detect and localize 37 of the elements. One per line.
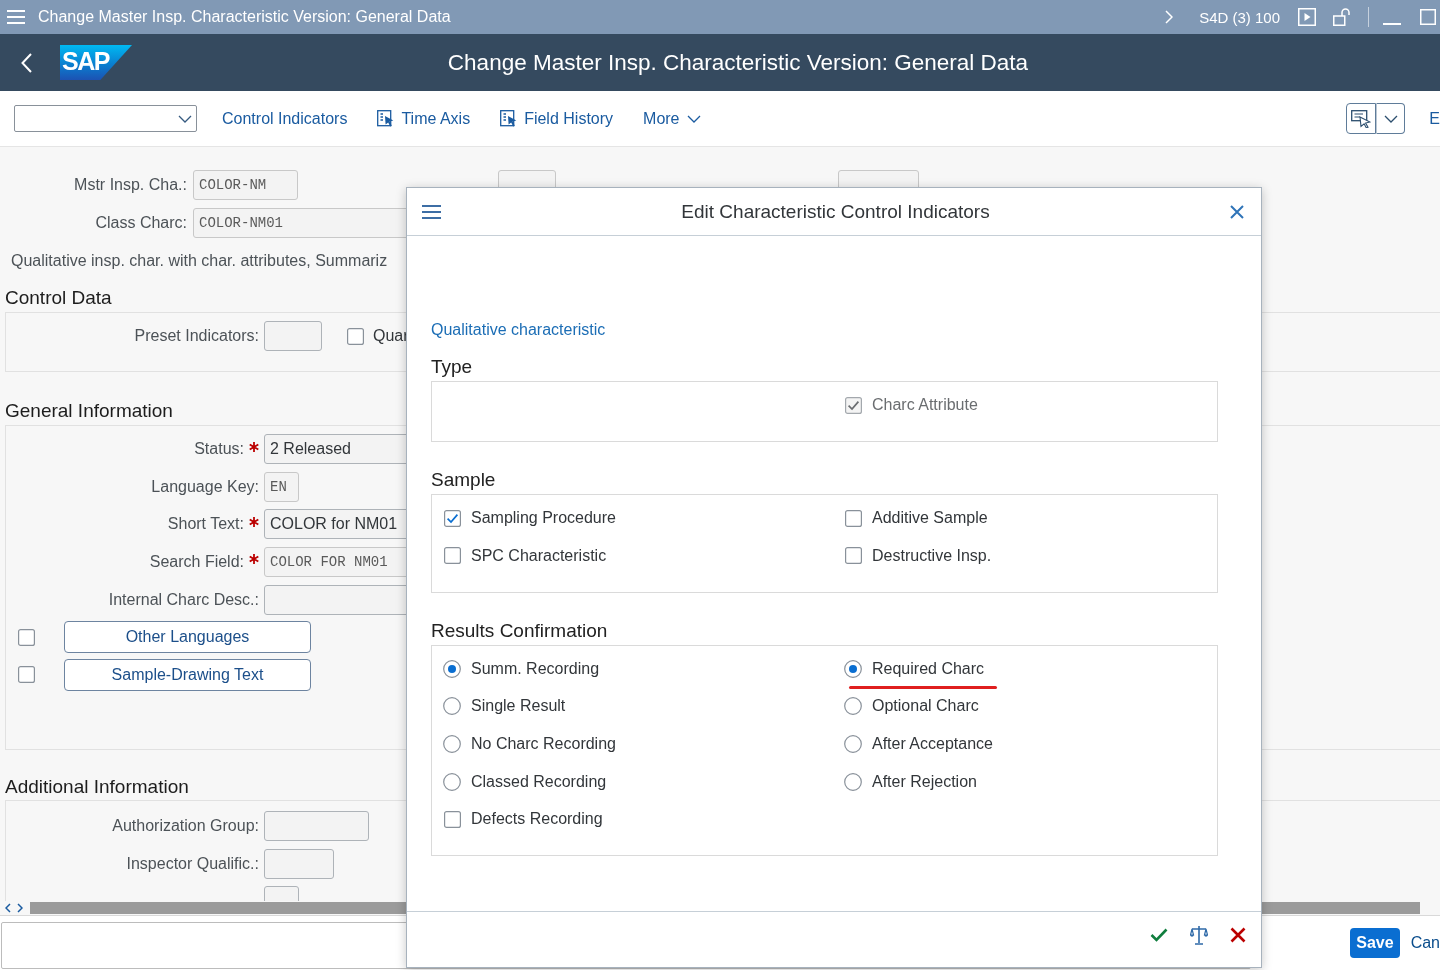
- page-title: Change Master Insp. Characteristic Version: General Data: [447, 49, 1029, 76]
- radio-label: Single Result: [471, 697, 566, 716]
- radio-label: Optional Charc: [872, 697, 979, 716]
- checkbox-label: SPC Characteristic: [471, 546, 607, 565]
- checkbox-label: Quar: [373, 327, 409, 345]
- field-label: Internal Charc Desc.:: [108, 590, 259, 609]
- field-label: Inspector Qualific.:: [126, 854, 259, 873]
- checkbox-label: Defects Recording: [471, 810, 603, 829]
- radio-label: Summ. Recording: [471, 659, 600, 678]
- checkbox-label: Destructive Insp.: [872, 546, 992, 565]
- radio-label: No Charc Recording: [471, 734, 616, 753]
- group-title: Sample: [431, 469, 496, 491]
- field-label: Search Field:: [149, 552, 244, 571]
- section-title: Control Data: [5, 286, 112, 310]
- field-label: Authorization Group:: [112, 816, 259, 835]
- field-label: Preset Indicators:: [134, 327, 259, 345]
- radio-label: After Rejection: [872, 772, 977, 791]
- section-title: Additional Information: [5, 774, 189, 799]
- field-label: Short Text:: [167, 515, 244, 534]
- section-title: General Information: [5, 399, 173, 423]
- subtitle-text: Qualitative characteristic: [431, 320, 606, 340]
- field-label: Mstr Insp. Cha.:: [74, 176, 187, 194]
- field-label: Class Charc:: [95, 214, 187, 232]
- radio-label: After Acceptance: [872, 734, 993, 753]
- dialog-title: Edit Characteristic Control Indicators: [681, 200, 990, 223]
- system-info: S4D (3) 100: [1199, 8, 1280, 26]
- checkbox-label: Charc Attribute: [872, 396, 978, 414]
- radio-label: Classed Recording: [471, 772, 607, 791]
- field-label: Status:: [194, 440, 244, 458]
- checkbox-label: Additive Sample: [872, 509, 988, 527]
- group-title: Results Confirmation: [431, 619, 608, 642]
- group-title: Type: [431, 356, 473, 378]
- description-text: Qualitative insp. char. with char. attributes, Summariz: [11, 251, 388, 271]
- radio-label: Required Charc: [872, 659, 985, 678]
- window-title: Change Master Insp. Characteristic Version: General Data: [38, 8, 451, 26]
- checkbox-label: Sampling Procedure: [471, 509, 616, 527]
- field-label: Language Key:: [151, 477, 259, 496]
